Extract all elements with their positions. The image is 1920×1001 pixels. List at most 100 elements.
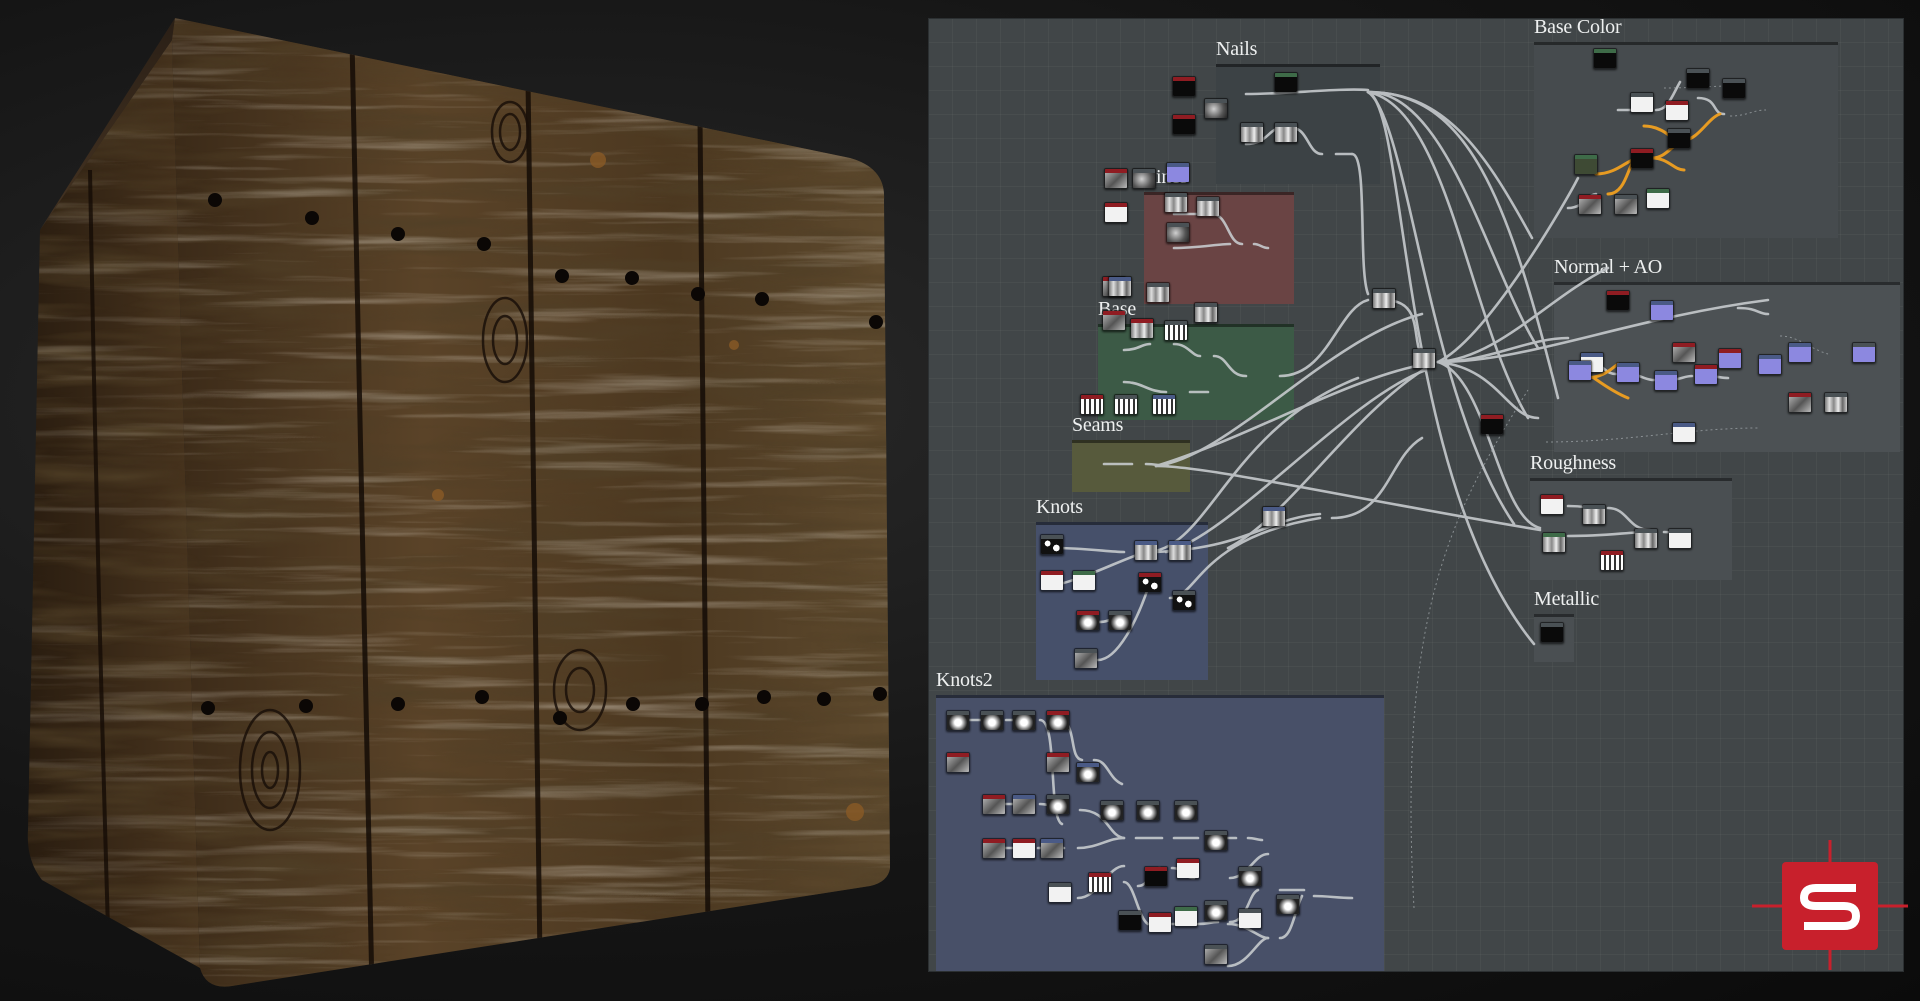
graph-node[interactable] (1138, 572, 1162, 593)
graph-node[interactable] (1480, 414, 1504, 435)
graph-node[interactable] (1168, 540, 1192, 561)
graph-node[interactable] (1240, 122, 1264, 143)
graph-node[interactable] (1718, 348, 1742, 369)
graph-node[interactable] (1646, 188, 1670, 209)
graph-node[interactable] (1152, 394, 1176, 415)
graph-node[interactable] (1134, 540, 1158, 561)
graph-node[interactable] (1606, 290, 1630, 311)
graph-node[interactable] (1174, 800, 1198, 821)
graph-node[interactable] (1630, 148, 1654, 169)
graph-node[interactable] (1132, 168, 1156, 189)
graph-node[interactable] (1568, 360, 1592, 381)
graph-node[interactable] (1012, 794, 1036, 815)
graph-node[interactable] (1076, 762, 1100, 783)
graph-node[interactable] (1540, 622, 1564, 643)
graph-node[interactable] (1088, 872, 1112, 893)
graph-node[interactable] (1118, 910, 1142, 931)
graph-node[interactable] (1722, 78, 1746, 99)
graph-node[interactable] (1654, 370, 1678, 391)
graph-node[interactable] (1176, 858, 1200, 879)
graph-node[interactable] (1578, 194, 1602, 215)
graph-node[interactable] (982, 794, 1006, 815)
graph-node[interactable] (1166, 222, 1190, 243)
graph-node[interactable] (1144, 866, 1168, 887)
graph-node[interactable] (1164, 320, 1188, 341)
graph-node[interactable] (1665, 100, 1689, 121)
graph-node[interactable] (1686, 68, 1710, 89)
graph-node[interactable] (1616, 362, 1640, 383)
graph-node[interactable] (1166, 162, 1190, 183)
graph-node[interactable] (1582, 504, 1606, 525)
graph-node[interactable] (1540, 494, 1564, 515)
graph-node[interactable] (1630, 92, 1654, 113)
graph-node[interactable] (1040, 570, 1064, 591)
graph-node[interactable] (1274, 122, 1298, 143)
graph-node[interactable] (1074, 648, 1098, 669)
graph-node[interactable] (1172, 590, 1196, 611)
graph-node[interactable] (1204, 830, 1228, 851)
graph-node[interactable] (1574, 154, 1598, 175)
graph-node[interactable] (1040, 838, 1064, 859)
graph-node[interactable] (946, 710, 970, 731)
graph-node[interactable] (1108, 276, 1132, 297)
graph-node[interactable] (1694, 364, 1718, 385)
graph-node[interactable] (1788, 342, 1812, 363)
node-thumbnail (983, 843, 1005, 858)
graph-node[interactable] (1614, 194, 1638, 215)
graph-node[interactable] (1238, 866, 1262, 887)
graph-node[interactable] (1040, 534, 1064, 555)
graph-node[interactable] (1046, 752, 1070, 773)
graph-node[interactable] (1104, 168, 1128, 189)
graph-node[interactable] (1130, 318, 1154, 339)
graph-node[interactable] (1276, 894, 1300, 915)
graph-node[interactable] (1824, 392, 1848, 413)
graph-node[interactable] (982, 838, 1006, 859)
graph-node[interactable] (1102, 310, 1126, 331)
graph-node[interactable] (1238, 908, 1262, 929)
graph-node[interactable] (1372, 288, 1396, 309)
graph-node[interactable] (1172, 76, 1196, 97)
graph-node[interactable] (1852, 342, 1876, 363)
graph-node[interactable] (1172, 114, 1196, 135)
graph-node[interactable] (1600, 550, 1624, 571)
graph-node[interactable] (1758, 354, 1782, 375)
graph-node[interactable] (1668, 528, 1692, 549)
graph-node[interactable] (1204, 944, 1228, 965)
graph-node[interactable] (1048, 882, 1072, 903)
graph-node[interactable] (1204, 98, 1228, 119)
graph-node[interactable] (1104, 202, 1128, 223)
graph-node[interactable] (1136, 800, 1160, 821)
graph-node[interactable] (1148, 912, 1172, 933)
graph-node[interactable] (1262, 506, 1286, 527)
node-graph-panel[interactable]: Nails Lines Base Seams Knots Knots2 Base… (928, 18, 1904, 972)
graph-node[interactable] (1667, 128, 1691, 149)
graph-node[interactable] (1593, 48, 1617, 69)
graph-node[interactable] (1012, 838, 1036, 859)
graph-node[interactable] (1100, 800, 1124, 821)
graph-node[interactable] (1080, 394, 1104, 415)
graph-node[interactable] (1650, 300, 1674, 321)
graph-node[interactable] (1204, 900, 1228, 921)
graph-node[interactable] (1672, 342, 1696, 363)
graph-node[interactable] (1788, 392, 1812, 413)
graph-node[interactable] (1164, 192, 1188, 213)
graph-node[interactable] (1046, 710, 1070, 731)
graph-node[interactable] (1274, 72, 1298, 93)
graph-node[interactable] (1174, 906, 1198, 927)
graph-node[interactable] (1146, 282, 1170, 303)
graph-node[interactable] (1412, 348, 1436, 369)
graph-node[interactable] (1108, 610, 1132, 631)
graph-node[interactable] (1046, 794, 1070, 815)
graph-node[interactable] (1542, 532, 1566, 553)
material-preview-cube[interactable] (0, 0, 920, 1001)
graph-node[interactable] (1114, 394, 1138, 415)
graph-node[interactable] (1672, 422, 1696, 443)
graph-node[interactable] (1634, 528, 1658, 549)
graph-node[interactable] (1076, 610, 1100, 631)
graph-node[interactable] (980, 710, 1004, 731)
graph-node[interactable] (1012, 710, 1036, 731)
graph-node[interactable] (1194, 302, 1218, 323)
graph-node[interactable] (1072, 570, 1096, 591)
graph-node[interactable] (946, 752, 970, 773)
graph-node[interactable] (1196, 196, 1220, 217)
